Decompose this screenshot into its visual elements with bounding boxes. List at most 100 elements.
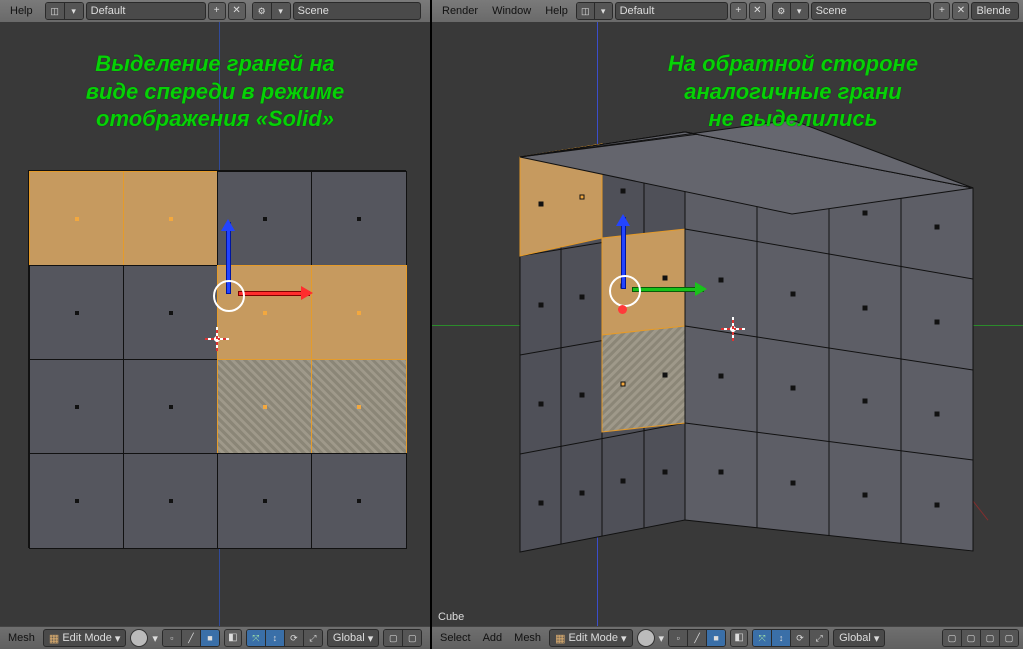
face-r2c2-active[interactable]: [217, 359, 313, 455]
screen-layout-buttons[interactable]: ◫ ▾: [576, 2, 613, 20]
footer-menu-mesh[interactable]: Mesh: [4, 632, 39, 644]
layer-icon[interactable]: ▢: [962, 630, 981, 646]
face-r1c3-selected[interactable]: [311, 265, 407, 361]
manip-x-dot-icon[interactable]: [618, 305, 627, 314]
menu-render[interactable]: Render: [436, 5, 484, 17]
layout-grid-icon[interactable]: ◫: [46, 3, 65, 19]
manipulator-axis-icon[interactable]: ⤧: [247, 630, 266, 646]
footer-menu-add[interactable]: Add: [479, 632, 507, 644]
face-dot-icon: [263, 499, 267, 503]
manipulator-toggle-buttons[interactable]: ⤧ ↕ ⟳ ⤢: [246, 629, 323, 647]
layer-icon[interactable]: ▢: [403, 630, 421, 646]
layout-remove-button[interactable]: ✕: [228, 2, 246, 20]
layer-icon[interactable]: ▢: [1000, 630, 1018, 646]
edge-select-icon[interactable]: ╱: [688, 630, 707, 646]
rotate-manip-icon[interactable]: ⟳: [791, 630, 810, 646]
face-dot-icon: [169, 405, 173, 409]
mode-selector[interactable]: ▦ Edit Mode ▾: [549, 629, 632, 647]
cursor-3d-icon: [723, 319, 743, 339]
translate-manip-icon[interactable]: ↕: [772, 630, 791, 646]
layout-name-text: Default: [620, 5, 655, 17]
layout-name-field[interactable]: Default: [86, 2, 206, 20]
face-r0c0-selected[interactable]: [29, 171, 125, 267]
vertex-select-icon[interactable]: ▫: [163, 630, 182, 646]
face-r0c1-selected[interactable]: [123, 171, 219, 267]
layer-icon[interactable]: ▢: [981, 630, 1000, 646]
layout-add-button[interactable]: +: [208, 2, 226, 20]
scale-manip-icon[interactable]: ⤢: [810, 630, 828, 646]
face-select-icon[interactable]: ■: [707, 630, 725, 646]
translate-manip-icon[interactable]: ↕: [266, 630, 285, 646]
chevron-down-icon: ▾: [874, 632, 880, 645]
scene-icon-group[interactable]: ⚙ ▾: [772, 2, 809, 20]
orientation-field[interactable]: Global ▾: [833, 629, 885, 647]
layout-dropdown-icon[interactable]: ▾: [65, 3, 83, 19]
render-engine-field[interactable]: Blende: [971, 2, 1019, 20]
face-dot-icon: [169, 217, 173, 221]
layout-dropdown-icon[interactable]: ▾: [595, 3, 612, 19]
face-r0c3[interactable]: [311, 171, 407, 267]
face-r1c2-selected[interactable]: [217, 265, 313, 361]
mode-text: Edit Mode: [62, 632, 112, 644]
face-r2c1[interactable]: [123, 359, 219, 455]
scene-remove-button[interactable]: ✕: [952, 2, 969, 20]
manipulator-axis-icon[interactable]: ⤧: [753, 630, 772, 646]
face-r3c0[interactable]: [29, 453, 125, 549]
scene-icon-group[interactable]: ⚙ ▾: [252, 2, 291, 20]
menu-help[interactable]: Help: [4, 5, 39, 17]
scene-name-field[interactable]: Scene: [293, 2, 421, 20]
shading-mode-button[interactable]: [637, 629, 655, 647]
annotation-left: Выделение граней навиде спереди в режиме…: [30, 50, 400, 133]
face-r3c2[interactable]: [217, 453, 313, 549]
face-r0c2[interactable]: [217, 171, 313, 267]
screen-layout-buttons[interactable]: ◫ ▾: [45, 2, 84, 20]
face-r3c1[interactable]: [123, 453, 219, 549]
face-r1c0[interactable]: [29, 265, 125, 361]
scene-name-field[interactable]: Scene: [811, 2, 932, 20]
edge-select-icon[interactable]: ╱: [182, 630, 201, 646]
select-mode-buttons[interactable]: ▫ ╱ ■: [668, 629, 726, 647]
layer-buttons[interactable]: ▢ ▢ ▢ ▢: [942, 629, 1019, 647]
layout-grid-icon[interactable]: ◫: [577, 3, 595, 19]
face-dot-icon: [357, 311, 361, 315]
menu-help[interactable]: Help: [539, 5, 574, 17]
scene-dropdown-icon[interactable]: ▾: [791, 3, 808, 19]
layer-buttons[interactable]: ▢ ▢: [383, 629, 422, 647]
mode-selector[interactable]: ▦ Edit Mode ▾: [43, 629, 126, 647]
face-select-icon[interactable]: ■: [201, 630, 219, 646]
footer-menu-mesh[interactable]: Mesh: [510, 632, 545, 644]
select-mode-buttons[interactable]: ▫ ╱ ■: [162, 629, 220, 647]
limit-selection-button[interactable]: ◧: [730, 629, 748, 647]
layer-icon[interactable]: ▢: [943, 630, 962, 646]
face-dot-icon: [357, 217, 361, 221]
right-viewport-3d[interactable]: На обратной сторонеаналогичные гранине в…: [432, 22, 1023, 627]
scene-browse-icon[interactable]: ⚙: [253, 3, 272, 19]
face-dot-icon: [75, 311, 79, 315]
scene-browse-icon[interactable]: ⚙: [773, 3, 791, 19]
left-viewport-3d[interactable]: Выделение граней навиде спереди в режиме…: [0, 22, 430, 627]
layout-remove-button[interactable]: ✕: [749, 2, 766, 20]
layout-add-button[interactable]: +: [730, 2, 747, 20]
orientation-text: Global: [839, 632, 871, 644]
face-r2c3-active[interactable]: [311, 359, 407, 455]
shading-mode-button[interactable]: [130, 629, 148, 647]
front-view-mesh[interactable]: [28, 170, 406, 548]
manipulator-toggle-buttons[interactable]: ⤧ ↕ ⟳ ⤢: [752, 629, 829, 647]
limit-selection-button[interactable]: ◧: [224, 629, 242, 647]
scale-manip-icon[interactable]: ⤢: [304, 630, 322, 646]
orientation-field[interactable]: Global ▾: [327, 629, 379, 647]
menu-window[interactable]: Window: [486, 5, 537, 17]
rotate-manip-icon[interactable]: ⟳: [285, 630, 304, 646]
face-r3c3[interactable]: [311, 453, 407, 549]
layer-icon[interactable]: ▢: [384, 630, 403, 646]
chevron-down-icon[interactable]: ▾: [659, 632, 665, 645]
vertex-select-icon[interactable]: ▫: [669, 630, 688, 646]
layout-name-field[interactable]: Default: [615, 2, 728, 20]
scene-add-button[interactable]: +: [933, 2, 950, 20]
footer-menu-select[interactable]: Select: [436, 632, 475, 644]
chevron-down-icon[interactable]: ▾: [152, 632, 158, 645]
face-r1c1[interactable]: [123, 265, 219, 361]
face-r2c0[interactable]: [29, 359, 125, 455]
scene-dropdown-icon[interactable]: ▾: [272, 3, 290, 19]
editmode-icon: ▦: [49, 632, 59, 645]
